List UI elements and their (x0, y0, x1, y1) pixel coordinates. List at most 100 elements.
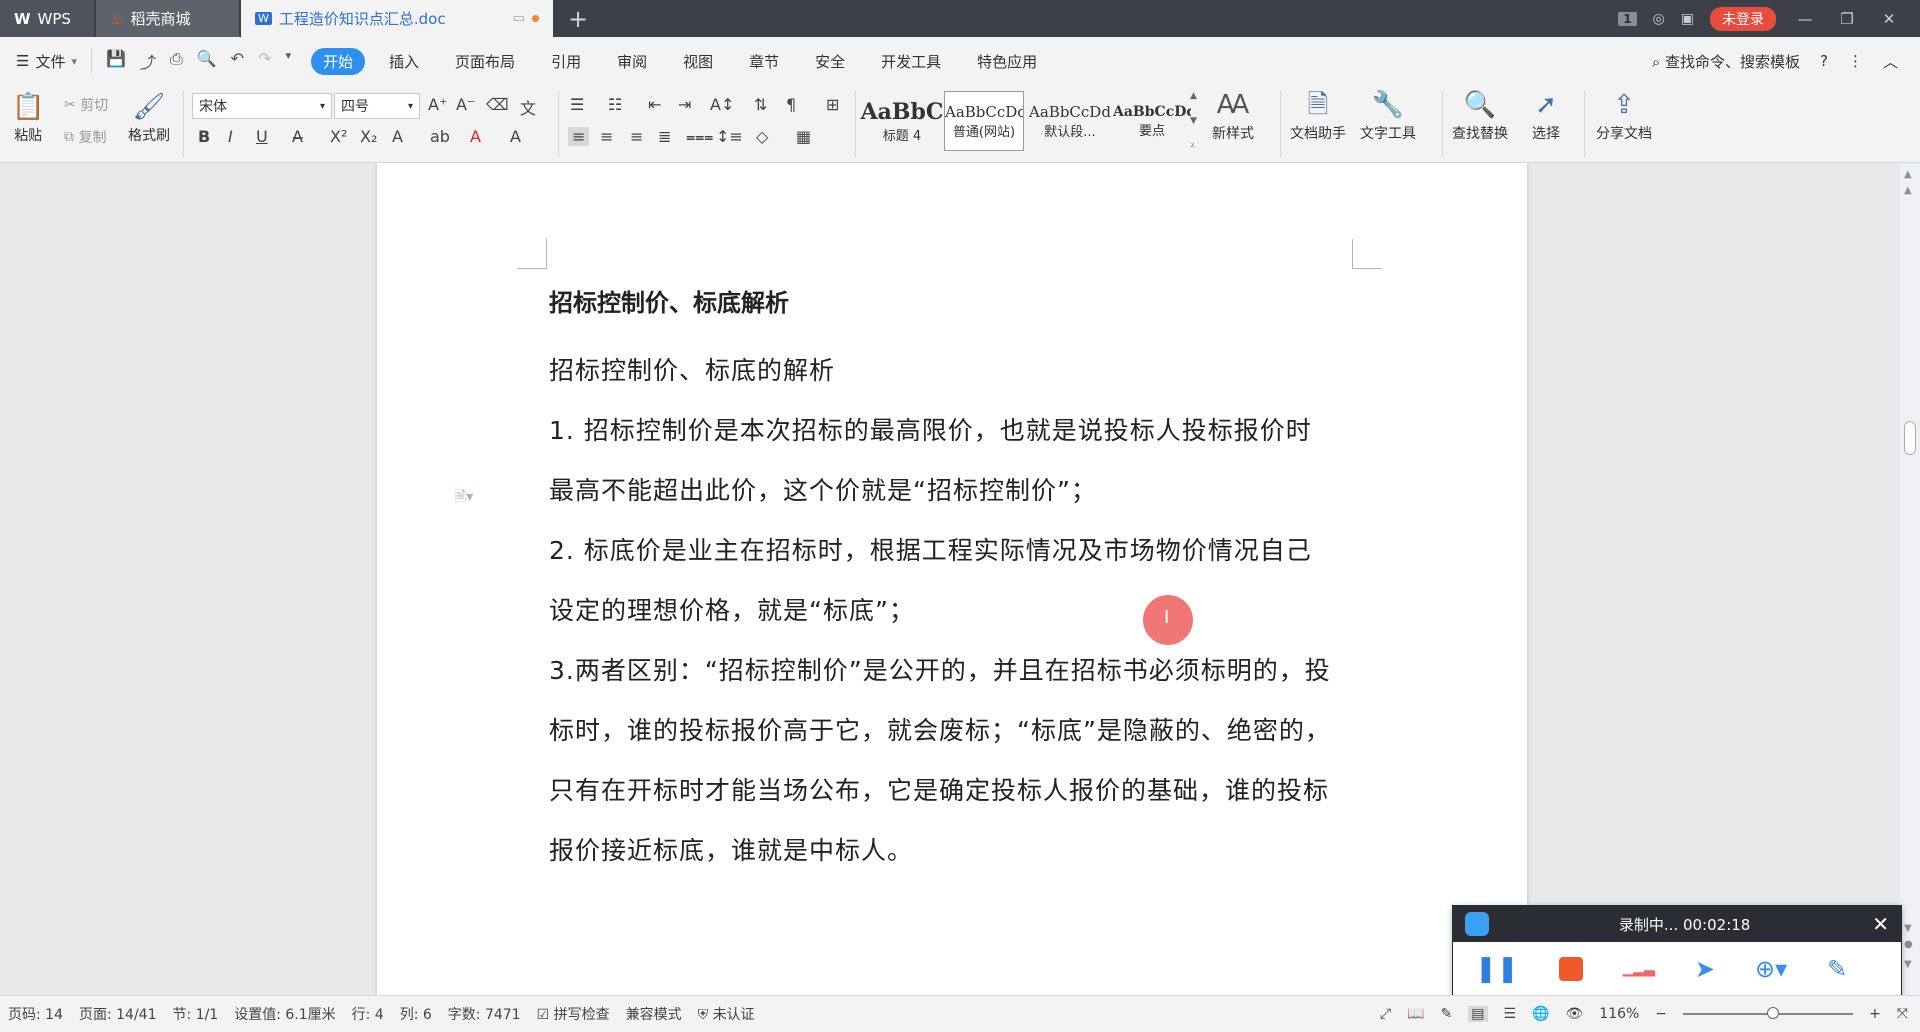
certify-button[interactable]: ⛨ 未认证 (698, 1004, 755, 1024)
read-mode-icon[interactable]: 📖 (1407, 1006, 1424, 1022)
clear-format-icon[interactable]: ⌫ (486, 95, 509, 114)
border-icon[interactable]: ⊞ (826, 95, 839, 114)
chevron-down-icon[interactable]: ▼ (1190, 116, 1202, 126)
hamburger-icon[interactable]: ☰ (16, 52, 29, 70)
edit-mode-icon[interactable]: ✎ (1441, 1006, 1453, 1022)
more-icon[interactable]: ⋮ (1848, 52, 1863, 70)
sort-icon[interactable]: ⇅ (754, 95, 767, 114)
outline-view-icon[interactable]: ☰ (1504, 1006, 1517, 1022)
status-word-count[interactable]: 字数: 7471 (448, 1004, 521, 1024)
menu-chapter[interactable]: 章节 (731, 51, 797, 72)
scroll-up-icon[interactable]: ▲ (1904, 185, 1912, 196)
undo-icon[interactable]: ↶ (231, 49, 244, 73)
status-page[interactable]: 页面: 14/41 (79, 1004, 157, 1024)
font-size-select[interactable]: 四号 ▾ (334, 93, 420, 119)
pen-icon[interactable]: ✎ (1827, 955, 1847, 983)
minimize-icon[interactable]: — (1792, 10, 1818, 28)
increase-indent-icon[interactable]: ⇥ (678, 95, 691, 114)
align-center-icon[interactable]: ≡ (600, 127, 613, 146)
char-shading-icon[interactable]: A (510, 127, 521, 146)
pause-icon[interactable]: ❚❚ (1475, 954, 1519, 984)
format-painter-button[interactable]: 🖌 格式刷 (128, 93, 170, 145)
distributed-icon[interactable]: ⩶ (686, 127, 713, 147)
style-gallery-scroll[interactable]: ▲ ▼ ⩡ (1190, 91, 1202, 151)
scroll-up-icon[interactable]: ▲ (1904, 169, 1912, 180)
style-normal-web[interactable]: AaBbCcDd 普通(网站) (944, 91, 1024, 151)
shading-icon[interactable]: ◇ (756, 127, 768, 146)
zoom-out-icon[interactable]: − (1655, 1006, 1667, 1022)
shrink-font-icon[interactable]: A⁻ (456, 95, 475, 114)
find-replace-button[interactable]: 🔍 查找替换 (1452, 91, 1508, 143)
bold-icon[interactable]: B (198, 127, 210, 146)
zoom-knob[interactable] (1767, 1007, 1780, 1019)
spell-check-button[interactable]: ☑ 拼写检查 (537, 1004, 610, 1024)
decrease-indent-icon[interactable]: ⇤ (648, 95, 661, 114)
copy-button[interactable]: ⧉ 复制 (64, 127, 106, 147)
close-window-icon[interactable]: ✕ (1876, 10, 1902, 28)
line-spacing-icon[interactable]: ↕≡ (716, 127, 743, 146)
underline-icon[interactable]: U (256, 127, 268, 146)
restore-icon[interactable]: ❐ (1834, 10, 1860, 28)
menu-security[interactable]: 安全 (797, 51, 863, 72)
style-default-paragraph[interactable]: AaBbCcDd 默认段... (1028, 91, 1112, 151)
menu-file[interactable]: 文件 (35, 51, 65, 72)
new-style-button[interactable]: Ꜳ 新样式 (1212, 91, 1254, 143)
close-icon[interactable]: ✕ (1872, 912, 1889, 936)
menu-special[interactable]: 特色应用 (959, 51, 1055, 72)
zoom-level[interactable]: 116% (1599, 1006, 1639, 1022)
collapse-ribbon-icon[interactable]: ︿ (1883, 51, 1898, 72)
bullet-list-icon[interactable]: ☰ (570, 95, 584, 114)
menu-view[interactable]: 视图 (665, 51, 731, 72)
grow-font-icon[interactable]: A⁺ (428, 95, 447, 114)
window-count-badge[interactable]: 1 (1618, 11, 1637, 26)
fullscreen-icon[interactable]: ⤢ (1380, 1006, 1391, 1022)
paste-button[interactable]: 📋 粘贴 (12, 93, 44, 145)
phonetic-icon[interactable]: 文 (520, 95, 536, 119)
align-right-icon[interactable]: ≡ (630, 127, 643, 146)
highlight-icon[interactable]: ab (430, 127, 450, 146)
export-icon[interactable]: ⤴ (140, 49, 156, 73)
fit-page-icon[interactable]: ⤧ (1897, 1006, 1908, 1022)
document-page[interactable]: 招标控制价、标底解析 招标控制价、标底的解析 1. 招标控制价是本次招标的最高限… (377, 163, 1527, 995)
select-button[interactable]: ➚ 选择 (1532, 91, 1560, 143)
tab-document[interactable]: W 工程造价知识点汇总.doc ▭ (241, 0, 553, 37)
stop-icon[interactable] (1558, 957, 1583, 981)
monitor-icon[interactable]: ▭ (513, 11, 525, 26)
menu-dev-tools[interactable]: 开发工具 (863, 51, 959, 72)
login-button[interactable]: 未登录 (1710, 6, 1776, 31)
table-border-icon[interactable]: ▦ (796, 127, 811, 146)
select-browse-icon[interactable]: ● (1904, 939, 1913, 950)
print-preview-icon[interactable]: 🔍 (197, 49, 217, 73)
tab-daoke-shop[interactable]: ♨ 稻壳商城 (96, 0, 239, 37)
help-icon[interactable]: ? (1820, 52, 1828, 70)
show-marks-icon[interactable]: ¶ (786, 95, 796, 114)
prev-page-icon[interactable]: ▼ (1904, 923, 1912, 934)
text-direction-icon[interactable]: A↕ (710, 95, 734, 114)
menu-insert[interactable]: 插入 (371, 51, 437, 72)
new-tab-button[interactable]: + (553, 0, 603, 37)
tab-wps-home[interactable]: W WPS (0, 0, 94, 37)
print-icon[interactable]: ⎙ (170, 49, 183, 73)
scroll-thumb[interactable] (1904, 421, 1916, 455)
subscript-icon[interactable]: X₂ (360, 127, 377, 146)
customize-icon[interactable]: ▾ (285, 49, 291, 73)
menu-start[interactable]: 开始 (311, 47, 366, 75)
italic-icon[interactable]: I (228, 127, 233, 146)
audio-level-icon[interactable]: ▁▂▃ (1623, 961, 1655, 977)
font-name-select[interactable]: 宋体 ▾ (192, 93, 332, 119)
paragraph-tag-icon[interactable]: 🗎▾ (455, 486, 473, 510)
zoom-slider[interactable] (1683, 1007, 1854, 1019)
page-view-icon[interactable]: ▤ (1468, 1006, 1488, 1022)
next-page-icon[interactable]: ▼ (1904, 959, 1912, 970)
numbered-list-icon[interactable]: ☷ (608, 95, 622, 114)
text-tools-button[interactable]: 🔧 文字工具 (1360, 91, 1416, 143)
command-search[interactable]: ⌕ 查找命令、搜索模板 (1652, 51, 1800, 72)
pointer-highlight-icon[interactable]: ➤ (1695, 955, 1715, 983)
align-left-icon[interactable]: ≡ (568, 127, 590, 146)
eye-protection-icon[interactable]: 👁 (1566, 1006, 1584, 1022)
feedback-icon[interactable]: ▣ (1681, 11, 1694, 27)
menu-review[interactable]: 审阅 (599, 51, 665, 72)
share-doc-button[interactable]: ⇪ 分享文档 (1596, 91, 1652, 143)
menu-references[interactable]: 引用 (533, 51, 599, 72)
doc-helper-button[interactable]: 🗎 文档助手 (1290, 91, 1346, 143)
